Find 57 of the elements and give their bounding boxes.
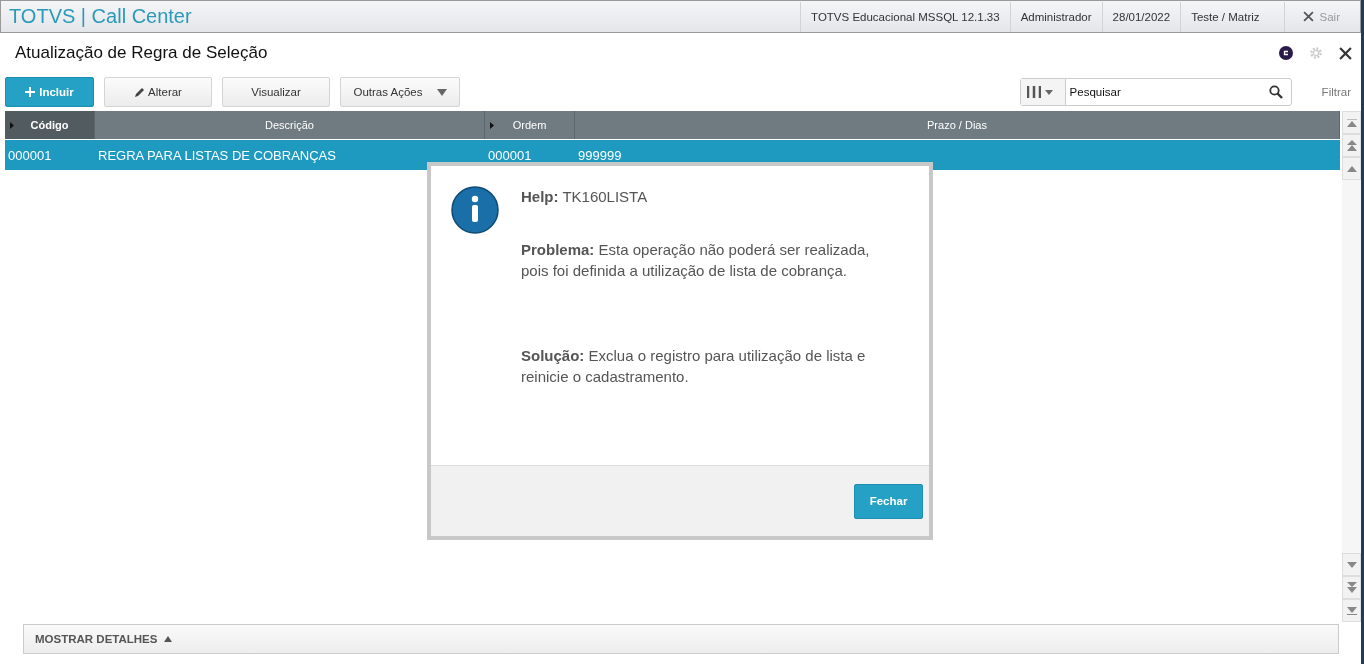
solution-text: Solução: Exclua o registro para utilização de lista e reinicie o cadastramento. bbox=[521, 346, 867, 387]
page-title: Atualização de Regra de Seleção bbox=[15, 43, 268, 63]
header-info: Administrador bbox=[1009, 1, 1102, 32]
include-button[interactable]: Incluir bbox=[5, 77, 94, 107]
header-info: 28/01/2022 bbox=[1101, 1, 1181, 32]
exit-button[interactable]: Sair bbox=[1283, 1, 1360, 32]
filter-link[interactable]: Filtrar bbox=[1321, 86, 1351, 98]
actions-dropdown[interactable]: Outras Ações bbox=[340, 77, 460, 107]
problem-text: Problema: Esta operação não poderá ser realizada, pois foi definida a utilização de lista de cobrança. bbox=[521, 240, 871, 281]
table-cell-text: REGRA PARA LISTAS DE COBRANÇAS bbox=[97, 147, 337, 163]
column-header[interactable]: Código bbox=[5, 111, 95, 139]
column-label: Descrição bbox=[265, 119, 314, 131]
column-label: Código bbox=[30, 119, 69, 131]
scroll-up-button[interactable] bbox=[1342, 157, 1361, 180]
caret-up-icon bbox=[164, 636, 173, 642]
caret-icon bbox=[436, 88, 447, 96]
table-cell-text: 000001 bbox=[487, 147, 533, 163]
app-title: TOTVS | Call Center bbox=[8, 5, 192, 28]
table-cell-text: 000001 bbox=[7, 147, 53, 163]
info-icon bbox=[451, 186, 499, 234]
header-info: Teste / Matriz bbox=[1180, 1, 1270, 32]
scrollbar[interactable] bbox=[1342, 111, 1361, 622]
circle-icon[interactable] bbox=[1279, 46, 1293, 60]
show-details-button[interactable]: MOSTRAR DETALHES bbox=[24, 633, 184, 645]
pencil-icon bbox=[134, 86, 146, 98]
scroll-bottom-button[interactable] bbox=[1342, 599, 1361, 622]
view-button[interactable]: Visualizar bbox=[222, 77, 330, 107]
close-icon[interactable] bbox=[1339, 46, 1352, 60]
edit-button[interactable]: Alterar bbox=[104, 77, 212, 107]
plus-icon bbox=[25, 87, 36, 97]
table-cell-text: 999999 bbox=[577, 147, 623, 163]
bottom-arrow-icon bbox=[1346, 606, 1357, 615]
top-arrow-icon bbox=[1346, 118, 1357, 127]
search-bar[interactable]: Pesquisar bbox=[1019, 78, 1292, 106]
close-icon bbox=[1302, 11, 1314, 22]
up-arrow-icon bbox=[1346, 165, 1357, 172]
scroll-top-button[interactable] bbox=[1342, 111, 1361, 134]
caret-icon bbox=[1044, 89, 1053, 95]
double-up-icon bbox=[1346, 140, 1357, 151]
scroll-down-button[interactable] bbox=[1342, 553, 1361, 576]
page-down-button[interactable] bbox=[1342, 576, 1361, 599]
column-label: Prazo / Dias bbox=[927, 119, 987, 131]
table-row[interactable]: 000001 REGRA PARA LISTAS DE COBRANÇAS 000001 999999 bbox=[5, 139, 1340, 170]
header-info: TOTVS Educacional MSSQL 12.1.33 bbox=[800, 1, 1010, 32]
close-button[interactable]: Fechar bbox=[854, 483, 923, 519]
column-label: Ordem bbox=[512, 119, 547, 131]
columns-dropdown[interactable] bbox=[1020, 79, 1066, 105]
search-icon[interactable] bbox=[1268, 85, 1283, 99]
column-header[interactable]: Ordem bbox=[485, 111, 575, 139]
double-down-icon bbox=[1346, 582, 1357, 593]
column-header[interactable]: Prazo / Dias bbox=[575, 111, 1340, 139]
down-arrow-icon bbox=[1346, 561, 1357, 568]
help-title: Help: TK160LISTA bbox=[521, 187, 649, 207]
columns-icon bbox=[1026, 86, 1041, 98]
page-up-button[interactable] bbox=[1342, 134, 1361, 157]
column-header[interactable]: Descrição bbox=[95, 111, 485, 139]
settings-icon[interactable] bbox=[1309, 46, 1323, 60]
